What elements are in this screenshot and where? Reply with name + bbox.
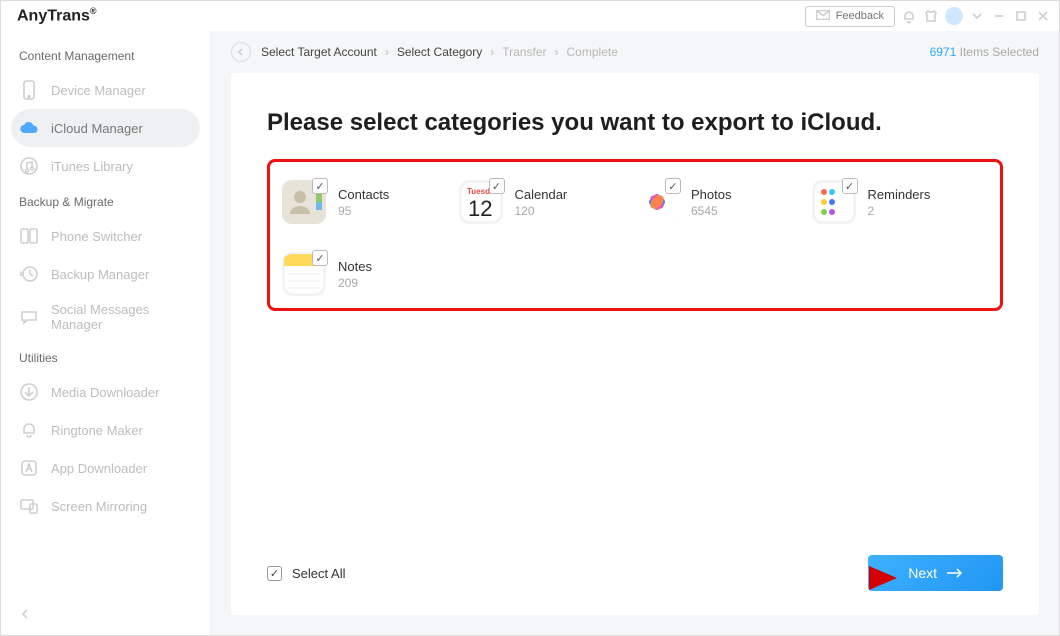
category-label: Contacts xyxy=(338,187,389,202)
mirror-icon xyxy=(19,496,39,516)
sidebar-header-backup: Backup & Migrate xyxy=(1,185,210,217)
items-selected: 6971 Items Selected xyxy=(930,45,1039,59)
sidebar-item-label: Screen Mirroring xyxy=(51,499,147,514)
notes-icon: ✓ xyxy=(282,252,326,296)
brand: AnyTrans® xyxy=(9,6,97,25)
svg-text:12: 12 xyxy=(468,196,492,221)
brand-reg: ® xyxy=(90,6,97,16)
svg-text:Tuesd: Tuesd xyxy=(467,187,490,196)
category-count: 95 xyxy=(338,204,389,218)
title-bar: AnyTrans® Feedback xyxy=(1,1,1059,31)
items-selected-count: 6971 xyxy=(930,45,957,59)
category-calendar[interactable]: Tuesd12 ✓ Calendar 120 xyxy=(459,180,636,224)
category-label: Notes xyxy=(338,259,372,274)
breadcrumb-step-1[interactable]: Select Category xyxy=(397,45,482,59)
category-contacts[interactable]: ✓ Contacts 95 xyxy=(282,180,459,224)
sidebar-item-label: Phone Switcher xyxy=(51,229,142,244)
breadcrumb-step-3: Complete xyxy=(566,45,617,59)
page-title: Please select categories you want to exp… xyxy=(267,109,1003,137)
checkmark-icon: ✓ xyxy=(312,178,328,194)
arrow-right-icon xyxy=(947,565,963,581)
phone-switch-icon xyxy=(19,226,39,246)
breadcrumb-back-icon[interactable] xyxy=(231,42,251,62)
sidebar-item-label: Ringtone Maker xyxy=(51,423,143,438)
sidebar-item-label: Backup Manager xyxy=(51,267,149,282)
download-icon xyxy=(19,382,39,402)
envelope-icon xyxy=(816,10,830,23)
items-selected-suffix: Items Selected xyxy=(960,45,1039,59)
bell2-icon xyxy=(19,420,39,440)
breadcrumb: Select Target Account › Select Category … xyxy=(211,31,1059,73)
sidebar-item-social-messages[interactable]: Social Messages Manager xyxy=(1,293,210,341)
sidebar-item-device-manager[interactable]: Device Manager xyxy=(1,71,210,109)
minimize-icon[interactable] xyxy=(991,8,1007,24)
sidebar-item-backup-manager[interactable]: Backup Manager xyxy=(1,255,210,293)
maximize-icon[interactable] xyxy=(1013,8,1029,24)
reminders-icon: ✓ xyxy=(812,180,856,224)
chevron-right-icon: › xyxy=(385,45,389,59)
category-notes[interactable]: ✓ Notes 209 xyxy=(282,252,459,296)
checkmark-icon: ✓ xyxy=(842,178,858,194)
music-circle-icon xyxy=(19,156,39,176)
phone-icon xyxy=(19,80,39,100)
select-all-checkbox[interactable]: ✓ Select All xyxy=(267,566,345,581)
next-button[interactable]: Next xyxy=(868,555,1003,591)
chevron-right-icon: › xyxy=(490,45,494,59)
appstore-icon xyxy=(19,458,39,478)
sidebar-item-label: iCloud Manager xyxy=(51,121,143,136)
sidebar-item-label: Media Downloader xyxy=(51,385,159,400)
checkmark-icon: ✓ xyxy=(312,250,328,266)
feedback-label: Feedback xyxy=(836,10,884,22)
category-count: 120 xyxy=(515,204,568,218)
sidebar-item-app-downloader[interactable]: App Downloader xyxy=(1,449,210,487)
close-icon[interactable] xyxy=(1035,8,1051,24)
category-reminders[interactable]: ✓ Reminders 2 xyxy=(812,180,989,224)
breadcrumb-step-2: Transfer xyxy=(502,45,546,59)
chevron-right-icon: › xyxy=(554,45,558,59)
sidebar-item-screen-mirroring[interactable]: Screen Mirroring xyxy=(1,487,210,525)
category-count: 6545 xyxy=(691,204,731,218)
checkbox-icon: ✓ xyxy=(267,566,282,581)
sidebar-header-utilities: Utilities xyxy=(1,341,210,373)
category-count: 2 xyxy=(868,204,931,218)
checkmark-icon: ✓ xyxy=(665,178,681,194)
sidebar-item-label: Social Messages Manager xyxy=(51,302,192,332)
shirt-icon[interactable] xyxy=(923,8,939,24)
sidebar-item-ringtone-maker[interactable]: Ringtone Maker xyxy=(1,411,210,449)
category-count: 209 xyxy=(338,276,372,290)
sidebar-item-phone-switcher[interactable]: Phone Switcher xyxy=(1,217,210,255)
cloud-icon xyxy=(19,118,39,138)
chevron-down-icon[interactable] xyxy=(969,8,985,24)
sidebar-item-label: iTunes Library xyxy=(51,159,133,174)
brand-name: AnyTrans xyxy=(17,8,90,25)
sidebar-item-label: Device Manager xyxy=(51,83,146,98)
sidebar-header-content: Content Management xyxy=(1,39,210,71)
contacts-icon: ✓ xyxy=(282,180,326,224)
history-icon xyxy=(19,264,39,284)
select-all-label: Select All xyxy=(292,566,345,581)
chat-icon xyxy=(19,307,39,327)
avatar[interactable] xyxy=(945,7,963,25)
photos-icon: ✓ xyxy=(635,180,679,224)
category-highlight-box: ✓ Contacts 95 Tuesd12 ✓ Calendar 120 ✓ Photos 654… xyxy=(267,159,1003,311)
category-label: Photos xyxy=(691,187,731,202)
main-pane: Select Target Account › Select Category … xyxy=(211,31,1059,635)
sidebar: Content Management Device Manager iCloud… xyxy=(1,31,211,635)
category-label: Reminders xyxy=(868,187,931,202)
content-panel: Please select categories you want to exp… xyxy=(231,73,1039,615)
sidebar-item-media-downloader[interactable]: Media Downloader xyxy=(1,373,210,411)
checkmark-icon: ✓ xyxy=(489,178,505,194)
category-label: Calendar xyxy=(515,187,568,202)
sidebar-collapse-icon[interactable] xyxy=(18,607,32,626)
category-photos[interactable]: ✓ Photos 6545 xyxy=(635,180,812,224)
sidebar-item-icloud-manager[interactable]: iCloud Manager xyxy=(11,109,200,147)
feedback-button[interactable]: Feedback xyxy=(805,6,895,27)
sidebar-item-label: App Downloader xyxy=(51,461,147,476)
bell-icon[interactable] xyxy=(901,8,917,24)
sidebar-item-itunes-library[interactable]: iTunes Library xyxy=(1,147,210,185)
breadcrumb-step-0[interactable]: Select Target Account xyxy=(261,45,377,59)
calendar-icon: Tuesd12 ✓ xyxy=(459,180,503,224)
next-label: Next xyxy=(908,565,937,581)
